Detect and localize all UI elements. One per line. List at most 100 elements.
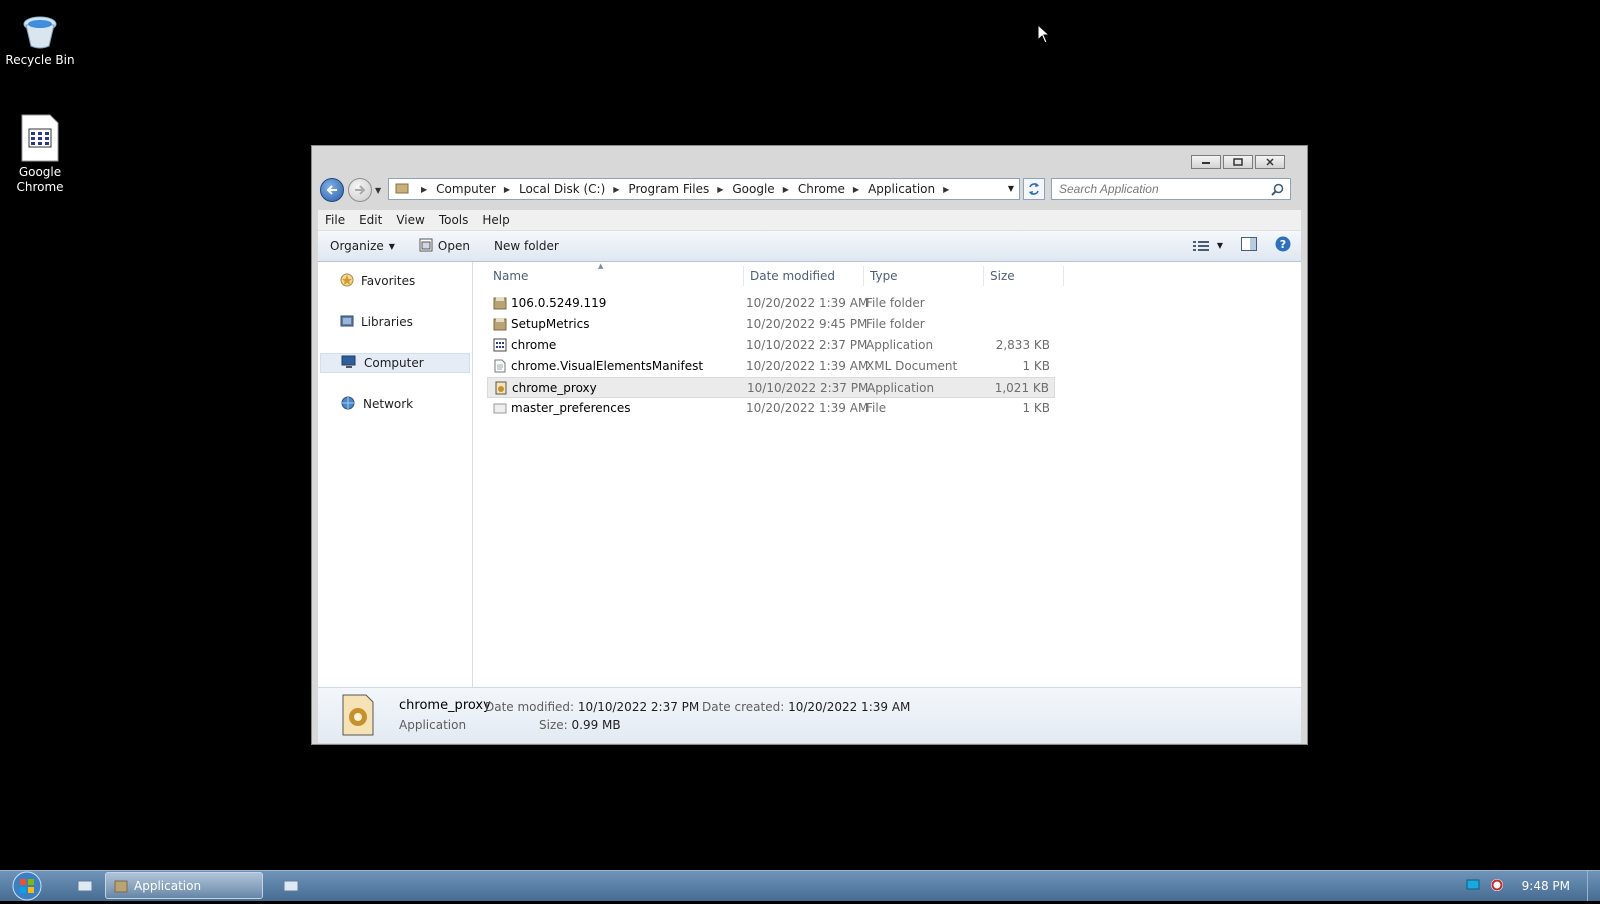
breadcrumb-chrome[interactable]: Chrome [798, 182, 845, 196]
file-name: 106.0.5249.119 [511, 296, 607, 310]
breadcrumb-local-disk[interactable]: Local Disk (C:) [519, 182, 605, 196]
window-icon [283, 880, 299, 892]
chrome-shortcut-icon [0, 114, 80, 165]
file-row[interactable]: chrome.VisualElementsManifest 10/20/2022… [487, 356, 1055, 377]
sidebar-item-network[interactable]: Network [320, 394, 470, 414]
column-header-name[interactable]: Name [493, 269, 528, 283]
file-name: SetupMetrics [511, 317, 590, 331]
refresh-button[interactable] [1023, 178, 1045, 200]
sidebar-item-label: Favorites [361, 274, 416, 288]
address-dropdown-icon[interactable]: ▼ [1008, 184, 1014, 193]
chevron-right-icon[interactable]: ▶ [943, 185, 949, 194]
file-row[interactable]: chrome 10/10/2022 2:37 PM Application 2,… [487, 335, 1055, 356]
desktop-icon-recycle-bin[interactable]: Recycle Bin [0, 14, 80, 68]
sidebar-item-libraries[interactable]: Libraries [320, 312, 470, 332]
svg-text:?: ? [1280, 238, 1286, 251]
organize-button[interactable]: Organize ▼ [318, 239, 407, 253]
taskbar: Application 9:48 PM [0, 870, 1600, 901]
chevron-right-icon[interactable]: ▶ [783, 185, 789, 194]
breadcrumb-computer[interactable]: Computer [436, 182, 496, 196]
file-size: 1 KB [1022, 359, 1050, 373]
open-button[interactable]: Open [407, 238, 482, 255]
search-input[interactable]: Search Application [1051, 178, 1291, 200]
minimize-button[interactable] [1191, 155, 1221, 169]
chevron-right-icon[interactable]: ▶ [613, 185, 619, 194]
navigation-pane: Favorites Libraries Computer Network [318, 262, 473, 687]
help-button[interactable]: ? [1275, 236, 1291, 255]
selected-file-large-icon [340, 693, 376, 740]
file-row[interactable]: 106.0.5249.119 10/20/2022 1:39 AM File f… [487, 293, 1055, 314]
file-date: 10/20/2022 1:39 AM [746, 296, 869, 310]
file-date: 10/20/2022 1:39 AM [746, 401, 869, 415]
column-header-size[interactable]: Size [990, 269, 1015, 283]
start-button[interactable] [9, 871, 45, 901]
search-placeholder: Search Application [1059, 182, 1159, 196]
antivirus-tray-icon[interactable] [1490, 878, 1504, 895]
forward-button[interactable] [348, 178, 372, 202]
computer-icon [341, 355, 357, 372]
sidebar-item-computer[interactable]: Computer [320, 353, 470, 373]
details-size-label: Size: [539, 718, 568, 732]
title-bar[interactable] [312, 146, 1307, 174]
breadcrumb-application[interactable]: Application [868, 182, 935, 196]
file-size: 2,833 KB [995, 338, 1050, 352]
recycle-bin-icon [0, 14, 80, 53]
sidebar-item-favorites[interactable]: Favorites [320, 271, 470, 291]
search-icon[interactable] [1271, 183, 1284, 199]
recycle-bin-label: Recycle Bin [5, 53, 75, 67]
details-modified: Date modified: 10/10/2022 2:37 PM [485, 700, 699, 714]
recent-pages-dropdown-icon[interactable]: ▼ [375, 186, 381, 195]
file-name: chrome_proxy [512, 381, 597, 395]
column-header-type[interactable]: Type [870, 269, 898, 283]
taskbar-pinned-item[interactable] [278, 873, 304, 899]
menu-view[interactable]: View [389, 213, 431, 227]
file-type: Application [867, 381, 935, 395]
back-button[interactable] [320, 178, 344, 202]
file-name: master_preferences [511, 401, 631, 415]
show-desktop-button[interactable] [1587, 871, 1600, 901]
breadcrumb-root-arrow-icon[interactable]: ▶ [421, 185, 427, 194]
breadcrumb-program-files[interactable]: Program Files [628, 182, 709, 196]
open-label: Open [437, 239, 470, 253]
file-name: chrome.VisualElementsManifest [511, 359, 704, 373]
breadcrumb-google[interactable]: Google [732, 182, 774, 196]
google-chrome-label: Google Chrome [16, 165, 64, 194]
details-created-label: Date created: [702, 700, 785, 714]
menu-help[interactable]: Help [475, 213, 516, 227]
address-row: ▼ ▶ Computer ▶ Local Disk (C:) ▶ Program F… [318, 176, 1301, 204]
application-icon [494, 381, 508, 398]
new-folder-button[interactable]: New folder [482, 239, 571, 253]
menu-bar: File Edit View Tools Help [318, 210, 1301, 231]
chevron-down-icon: ▼ [388, 241, 395, 251]
file-row[interactable]: master_preferences 10/20/2022 1:39 AM Fi… [487, 398, 1055, 419]
address-bar[interactable]: ▶ Computer ▶ Local Disk (C:) ▶ Program Fil… [388, 178, 1020, 200]
explorer-window: ▼ ▶ Computer ▶ Local Disk (C:) ▶ Program F… [311, 145, 1308, 745]
network-icon [340, 396, 356, 413]
maximize-button[interactable] [1223, 155, 1253, 169]
explorer-icon [77, 880, 93, 892]
chevron-right-icon[interactable]: ▶ [717, 185, 723, 194]
chevron-right-icon[interactable]: ▶ [504, 185, 510, 194]
taskbar-pinned-explorer[interactable] [72, 873, 98, 899]
sidebar-item-label: Network [363, 397, 414, 411]
file-row[interactable]: SetupMetrics 10/20/2022 9:45 PM File fol… [487, 314, 1055, 335]
change-view-button[interactable]: ▼ [1192, 240, 1223, 252]
preview-pane-button[interactable] [1241, 237, 1257, 254]
file-type: Application [866, 338, 934, 352]
desktop-icon-google-chrome[interactable]: Google Chrome [0, 114, 80, 195]
network-tray-icon[interactable] [1466, 879, 1480, 894]
file-row-selected[interactable]: chrome_proxy 10/10/2022 2:37 PM Applicat… [487, 377, 1055, 398]
menu-file[interactable]: File [318, 213, 352, 227]
file-date: 10/20/2022 1:39 AM [746, 359, 869, 373]
close-button[interactable] [1255, 155, 1285, 169]
column-header-row: ▲ Name Date modified Type Size [473, 262, 1301, 288]
chevron-right-icon[interactable]: ▶ [853, 185, 859, 194]
column-header-date-modified[interactable]: Date modified [750, 269, 835, 283]
menu-edit[interactable]: Edit [352, 213, 389, 227]
new-folder-label: New folder [493, 239, 559, 253]
sort-ascending-icon: ▲ [598, 262, 604, 270]
clock[interactable]: 9:48 PM [1522, 879, 1570, 893]
menu-tools[interactable]: Tools [432, 213, 476, 227]
taskbar-app-application[interactable]: Application [105, 872, 263, 899]
file-size: 1,021 KB [994, 381, 1049, 395]
